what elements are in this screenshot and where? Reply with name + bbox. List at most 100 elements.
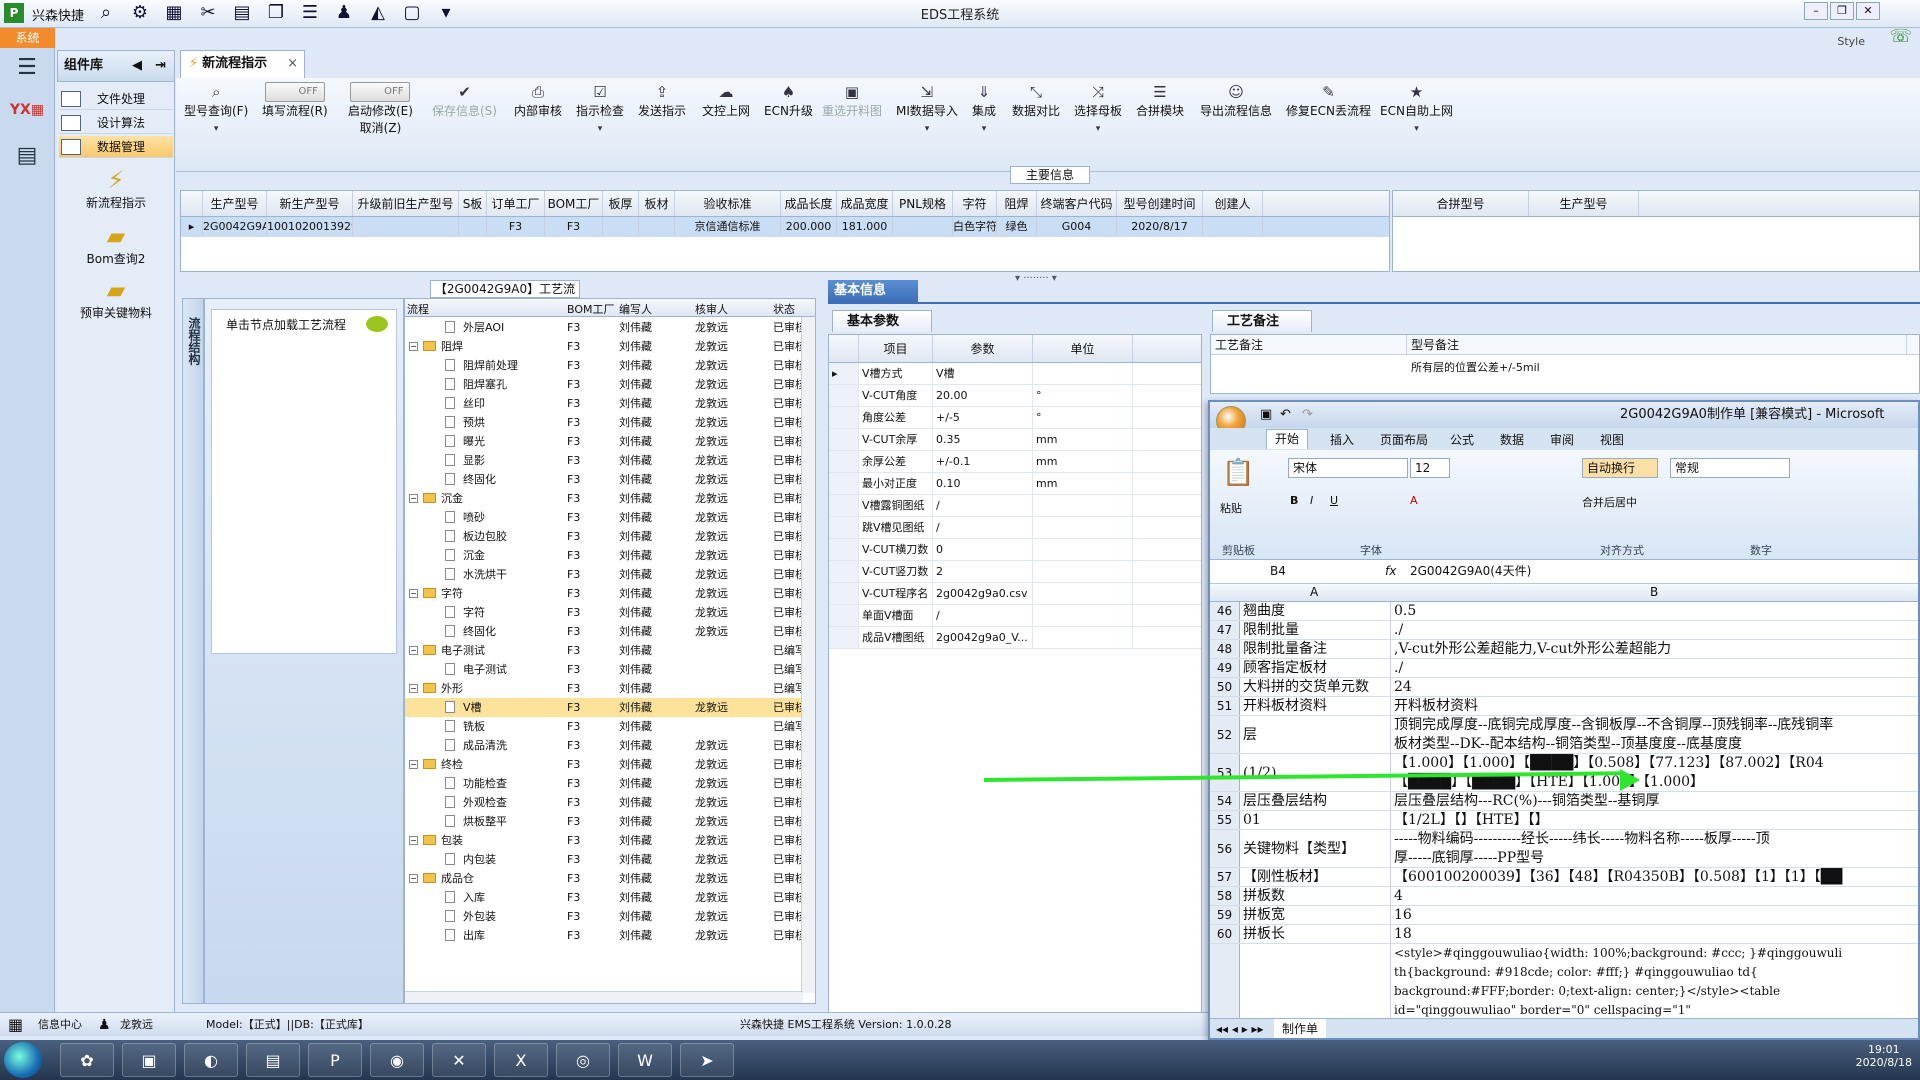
cell-b[interactable]: 开料板材资料 [1392,697,1918,715]
taskbar-app-shell[interactable]: ✿ [60,1043,114,1077]
param-cell[interactable]: 单面V槽面 [859,605,933,626]
column-header[interactable]: 流程 [407,301,429,317]
nav-item-design-algorithm[interactable]: 设计算法 [59,112,173,134]
sheet-row[interactable]: 59 拼板宽 16 [1210,906,1918,925]
param-cell[interactable] [1033,583,1133,604]
model-query-button[interactable]: ⌕ 型号查询(F) ▾ [184,82,248,139]
tab-view[interactable]: 视图 [1600,431,1624,448]
cell-b[interactable]: 层压叠层结构---RC(%)---铜箔类型--基铜厚 [1392,792,1918,810]
tab-basic-info[interactable]: 基本信息 [828,280,918,302]
tree-row[interactable]: 外观检查 F3 刘伟藏 龙敦远 已审核 [405,793,806,812]
row-number[interactable]: 47 [1210,621,1240,639]
tree-row[interactable]: 预烘 F3 刘伟藏 龙敦远 已审核 [405,413,806,432]
column-header[interactable]: 单位 [1033,335,1133,362]
tree-row[interactable]: − 字符 F3 刘伟藏 龙敦远 已审核 [405,584,806,603]
sheet-row[interactable]: 52 层顶铜完成厚度--底铜完成厚度--含铜板厚--不含铜厚--顶残铜率--底残铜… [1210,716,1918,754]
tree-row[interactable]: 铣板 F3 刘伟藏 已编写 [405,717,806,736]
row-number[interactable]: 49 [1210,659,1240,677]
name-box[interactable]: B4 [1270,560,1286,582]
grid-icon[interactable]: ▦ [8,1013,23,1037]
cell-b[interactable]: 4 [1392,887,1918,905]
param-cell[interactable]: V槽 [933,363,1033,384]
row-number[interactable]: 51 [1210,697,1240,715]
tree-row[interactable]: 显影 F3 刘伟藏 龙敦远 已审核 [405,451,806,470]
param-row[interactable]: 最小对正度 0.10 mm [829,473,1201,495]
column-header[interactable]: BOM工厂 [545,191,603,216]
table-row[interactable]: ▸2G0042G9A010010200139290 F3F3 京信通信标准200.0… [181,217,1389,237]
phone-icon[interactable]: ☏ [1889,26,1912,47]
tab-formulas[interactable]: 公式 [1450,431,1474,448]
style-label[interactable]: Style [1837,35,1865,48]
column-header[interactable]: 参数 [933,335,1033,362]
param-row[interactable]: 成品V槽图纸 2g0042g9a0_V... [829,627,1201,649]
sheet-row[interactable]: 55 01 【1/2L】【】【HTE】【】 [1210,811,1918,830]
tree-row[interactable]: 阻焊前处理 F3 刘伟藏 龙敦远 已审核 [405,356,806,375]
param-cell[interactable]: / [933,517,1033,538]
underline-button[interactable]: U [1330,494,1338,507]
param-cell[interactable]: V-CUT竖刀数 [859,561,933,582]
tree-row[interactable]: 功能检查 F3 刘伟藏 龙敦远 已审核 [405,774,806,793]
sheet-row[interactable]: 54 层压叠层结构 层压叠层结构---RC(%)---铜箔类型--基铜厚 [1210,792,1918,811]
undo-icon[interactable]: ↶ [1280,402,1291,428]
param-cell[interactable]: 0.10 [933,473,1033,494]
table-cell[interactable]: 181.000 [837,217,893,237]
column-header[interactable]: 成品长度 [781,191,837,216]
tab-basic-params[interactable]: 基本参数 [832,310,932,332]
expand-toggle-icon[interactable]: − [409,589,418,598]
column-header[interactable]: 生产型号 [203,191,267,216]
param-row[interactable]: 单面V槽面 / [829,605,1201,627]
column-header[interactable]: 合拼型号 [1393,191,1529,216]
table-cell[interactable]: 2020/8/17 [1117,217,1203,237]
row-number[interactable]: 53 [1210,754,1240,791]
param-cell[interactable]: V-CUT余厚 [859,429,933,450]
expand-toggle-icon[interactable]: − [409,874,418,883]
param-row[interactable]: V-CUT横刀数 0 [829,539,1201,561]
cell-a[interactable]: 翘曲度 [1241,602,1391,620]
table-cell[interactable] [1203,217,1263,237]
cell-a[interactable]: 层压叠层结构 [1241,792,1391,810]
export-flow-button[interactable]: ☺ 导出流程信息 [1200,82,1272,119]
flow-load-box[interactable]: 单击节点加载工艺流程 [211,309,397,654]
nav-big-bom-query[interactable]: ▰ Bom查询2 [57,222,175,267]
param-cell[interactable]: V槽方式 [859,363,933,384]
param-row[interactable]: V-CUT角度 20.00 ° [829,385,1201,407]
sheet-row[interactable]: 48 限制批量备注 ,V-cut外形公差超能力,V-cut外形公差超能力 [1210,640,1918,659]
cell-a[interactable]: 层 [1241,716,1391,753]
table-cell[interactable]: 200.000 [781,217,837,237]
font-name-select[interactable]: 宋体 [1288,458,1408,478]
row-number[interactable] [1210,944,1240,1019]
param-cell[interactable]: ° [1033,385,1133,406]
cell-b[interactable]: 【600100200039】【36】【48】【R04350B】【0.508】【1… [1392,868,1918,886]
cell-a[interactable] [1241,944,1391,1019]
tree-row[interactable]: 烘板整平 F3 刘伟藏 龙敦远 已审核 [405,812,806,831]
taskbar-app-eye[interactable]: ◉ [370,1043,424,1077]
splitter-handle[interactable]: ▾ ········ ▾ [1015,273,1057,284]
tab-insert[interactable]: 插入 [1330,431,1354,448]
table-cell[interactable]: 2G0042G9A0 [203,217,267,237]
column-header[interactable]: 型号备注 [1407,335,1907,354]
cell-a[interactable]: 大料拼的交货单元数 [1241,678,1391,696]
cell-a[interactable]: 拼板宽 [1241,906,1391,924]
cell-a[interactable]: 开料板材资料 [1241,697,1391,715]
sheet-row[interactable]: 46 翘曲度 0.5 [1210,602,1918,621]
expand-toggle-icon[interactable]: − [409,836,418,845]
cell-b[interactable]: ./ [1392,659,1918,677]
nav-item-data-management[interactable]: 数据管理 [59,136,173,158]
tab-process-notes[interactable]: 工艺备注 [1212,310,1312,332]
sheet-row[interactable]: 51 开料板材资料 开料板材资料 [1210,697,1918,716]
param-cell[interactable]: 2 [933,561,1033,582]
table-cell[interactable] [603,217,639,237]
column-header[interactable]: 订单工厂 [487,191,545,216]
param-row[interactable]: ▸ V槽方式 V槽 [829,363,1201,385]
redo-icon[interactable]: ↷ [1302,402,1313,428]
ecn-self-online-button[interactable]: ★ ECN自助上网 ▾ [1380,82,1453,139]
param-row[interactable]: 角度公差 +/-5 ° [829,407,1201,429]
tree-row[interactable]: 内包装 F3 刘伟藏 龙敦远 已审核 [405,850,806,869]
cell-a[interactable]: 顾客指定板材 [1241,659,1391,677]
doc-online-button[interactable]: ☁ 文控上网 [702,82,750,119]
sheet-row[interactable]: 58 拼板数 4 [1210,887,1918,906]
start-edit-button[interactable]: OFF 启动修改(E) 取消(Z) [348,82,413,136]
param-cell[interactable]: ° [1033,407,1133,428]
row-number[interactable]: 52 [1210,716,1240,753]
column-header[interactable]: BOM工厂 [567,301,615,317]
